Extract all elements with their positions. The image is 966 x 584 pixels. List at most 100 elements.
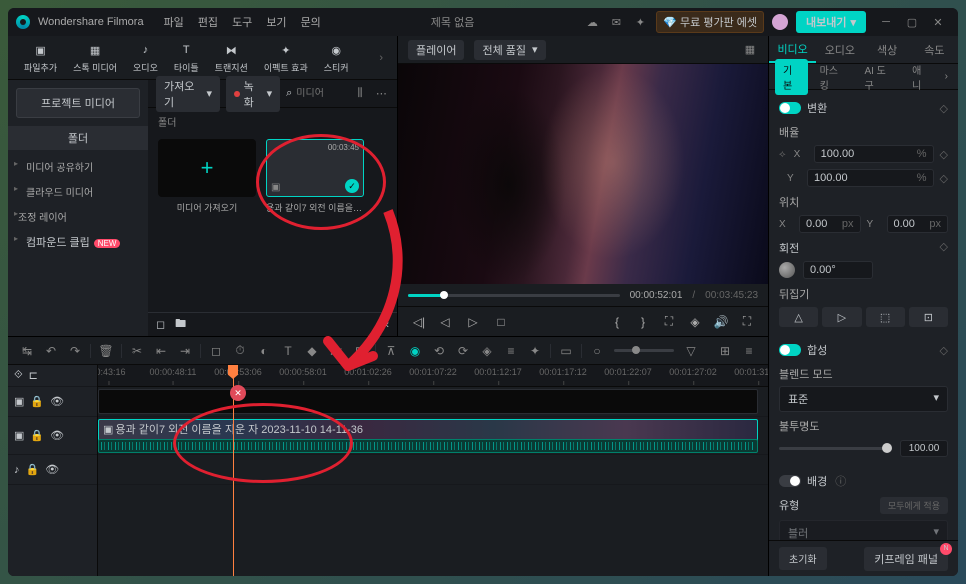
quality-select[interactable]: 전체 품질▾ bbox=[474, 40, 545, 60]
zoom-out-button[interactable]: ○ bbox=[586, 340, 608, 362]
project-media-button[interactable]: 프로젝트 미디어 bbox=[16, 88, 140, 118]
redo-button[interactable]: ↷ bbox=[64, 340, 86, 362]
collapse-icon[interactable]: ‹ bbox=[385, 319, 389, 331]
composite-toggle[interactable] bbox=[779, 344, 801, 356]
player-tab[interactable]: 플레이어 bbox=[408, 40, 464, 60]
marker-add-button[interactable]: ◈ bbox=[476, 340, 498, 362]
avatar-icon[interactable] bbox=[772, 14, 788, 30]
blend-select[interactable]: 표준▾ bbox=[779, 386, 948, 412]
flip-h-button[interactable]: △ bbox=[779, 307, 818, 327]
menu-help[interactable]: 문의 bbox=[301, 14, 321, 30]
crop-button[interactable]: ◻ bbox=[205, 340, 227, 362]
ducking-button[interactable]: ⊼ bbox=[380, 340, 402, 362]
track-v2[interactable] bbox=[98, 387, 768, 417]
detach-audio-button[interactable]: ♪× bbox=[325, 340, 347, 362]
scale-x-input[interactable]: 100.00% bbox=[814, 145, 934, 163]
cut-button[interactable]: ✂ bbox=[126, 340, 148, 362]
import-cell[interactable]: + 미디어 가져오기 bbox=[158, 139, 256, 218]
keyframe-panel-button[interactable]: 키프레임 패널N bbox=[864, 547, 948, 571]
free-asset-button[interactable]: 💎무료 평가판 에셋 bbox=[656, 11, 764, 33]
color-button[interactable]: ◐ bbox=[253, 340, 275, 362]
sidebar-item-share[interactable]: 미디어 공유하기 bbox=[8, 154, 148, 179]
link-button[interactable]: ⟲ bbox=[428, 340, 450, 362]
pointer-tool[interactable]: ↹ bbox=[16, 340, 38, 362]
play-back-button[interactable]: ◁ bbox=[434, 311, 456, 333]
record-dropdown[interactable]: 녹화▾ bbox=[226, 76, 280, 112]
snap-icon[interactable]: ⊏ bbox=[29, 369, 38, 382]
tab-stock[interactable]: ▦스톡 미디어 bbox=[65, 37, 125, 78]
rotation-input[interactable]: 0.00° bbox=[803, 261, 873, 279]
cloud-icon[interactable]: ☁ bbox=[584, 14, 600, 30]
new-folder-icon[interactable]: ◻ bbox=[156, 318, 165, 331]
link-scale-icon[interactable]: ⟡ bbox=[779, 149, 786, 160]
pos-y-input[interactable]: 0.00px bbox=[887, 215, 949, 233]
scale-y-input[interactable]: 100.00% bbox=[807, 169, 934, 187]
stop-button[interactable]: □ bbox=[490, 311, 512, 333]
flip-reset-button[interactable]: ⊡ bbox=[909, 307, 948, 327]
track-button[interactable]: ≡ bbox=[500, 340, 522, 362]
tab-audio[interactable]: ♪오디오 bbox=[125, 37, 166, 78]
tab-import[interactable]: ▣파일추가 bbox=[16, 37, 65, 78]
record-vo-button[interactable]: ▭ bbox=[555, 340, 577, 362]
trim-end-button[interactable]: ⇥ bbox=[174, 340, 196, 362]
reset-button[interactable]: 초기화 bbox=[779, 547, 827, 570]
sidebar-item-cloud[interactable]: 클라우드 미디어 bbox=[8, 179, 148, 204]
speed-button[interactable]: ⏱ bbox=[229, 340, 251, 362]
trim-start-button[interactable]: ⇤ bbox=[150, 340, 172, 362]
background-toggle[interactable] bbox=[779, 475, 801, 487]
volume-icon[interactable]: 🔊 bbox=[710, 311, 732, 333]
track-head-a1[interactable]: ♪🔒👁 bbox=[8, 455, 97, 485]
apply-all-button[interactable]: 모두에게 적용 bbox=[880, 497, 948, 514]
transform-reset-icon[interactable]: ◇ bbox=[940, 102, 948, 115]
sidebar-item-compound[interactable]: 컴파운드 클립NEW bbox=[8, 229, 148, 255]
track-head-v1[interactable]: ▣🔒👁 bbox=[8, 417, 97, 455]
mark-out-button[interactable]: } bbox=[632, 311, 654, 333]
crop-icon[interactable]: ⛶ bbox=[658, 311, 680, 333]
sidebar-item-adjust[interactable]: 조정 레이어 bbox=[8, 204, 148, 229]
timeline-marker[interactable]: ✕ bbox=[230, 385, 246, 401]
tab-effect[interactable]: ✦이펙트 효과 bbox=[256, 37, 316, 78]
import-dropdown[interactable]: 가져오기▾ bbox=[156, 76, 220, 112]
text-button[interactable]: T bbox=[277, 340, 299, 362]
maximize-button[interactable]: ▢ bbox=[900, 12, 924, 32]
folder-icon[interactable]: 🖿 bbox=[175, 315, 186, 334]
delete-button[interactable]: 🗑 bbox=[95, 340, 117, 362]
undo-button[interactable]: ↶ bbox=[40, 340, 62, 362]
track-a1[interactable] bbox=[98, 455, 768, 485]
subtab-more[interactable]: › bbox=[941, 68, 952, 85]
play-button[interactable]: ▷ bbox=[460, 309, 486, 335]
tab-sticker[interactable]: ◉스티커 bbox=[316, 37, 357, 78]
menu-view[interactable]: 보기 bbox=[266, 14, 286, 30]
zoom-slider[interactable] bbox=[614, 349, 674, 352]
settings-icon[interactable]: ≡ bbox=[738, 340, 760, 362]
rotation-knob[interactable] bbox=[779, 262, 795, 278]
mark-in-button[interactable]: { bbox=[606, 311, 628, 333]
opacity-slider[interactable] bbox=[779, 447, 892, 450]
snapshot-icon[interactable]: ▦ bbox=[742, 42, 758, 58]
ai-button[interactable]: ✦ bbox=[524, 340, 546, 362]
reset-icon[interactable]: ◇ bbox=[940, 148, 948, 161]
zoom-in-button[interactable]: ▽ bbox=[680, 340, 702, 362]
flip-v-button[interactable]: ▷ bbox=[822, 307, 861, 327]
transform-toggle[interactable] bbox=[779, 102, 801, 114]
link-icon[interactable]: ⟐ bbox=[14, 369, 23, 382]
tabs-more[interactable]: › bbox=[373, 52, 389, 64]
audio-waveform[interactable] bbox=[98, 439, 758, 453]
auto-button[interactable]: ◉ bbox=[404, 340, 426, 362]
track-v1[interactable]: ▣용과 같이7 외전 이름을 지운 자 2023-11-10 14-11-36 bbox=[98, 417, 768, 455]
search-input[interactable]: ⌕ bbox=[286, 87, 346, 100]
message-icon[interactable]: ✉ bbox=[608, 14, 624, 30]
more-icon[interactable]: ⋯ bbox=[374, 86, 389, 102]
flip-both-button[interactable]: ⬚ bbox=[866, 307, 905, 327]
empty-clip[interactable] bbox=[98, 389, 758, 414]
grid-icon[interactable]: ⊞ bbox=[714, 340, 736, 362]
bg-select[interactable]: 블러▾ bbox=[779, 520, 948, 540]
tab-transition[interactable]: ⧓트랜지션 bbox=[207, 37, 256, 78]
scrub-bar[interactable] bbox=[408, 294, 620, 297]
minimize-button[interactable]: ─ bbox=[874, 12, 898, 32]
opacity-value[interactable]: 100.00 bbox=[900, 440, 948, 457]
fullscreen-icon[interactable]: ⛶ bbox=[736, 311, 758, 333]
sparkle-icon[interactable]: ✦ bbox=[632, 14, 648, 30]
pos-x-input[interactable]: 0.00px bbox=[799, 215, 861, 233]
tab-title[interactable]: T타이틀 bbox=[166, 37, 207, 78]
